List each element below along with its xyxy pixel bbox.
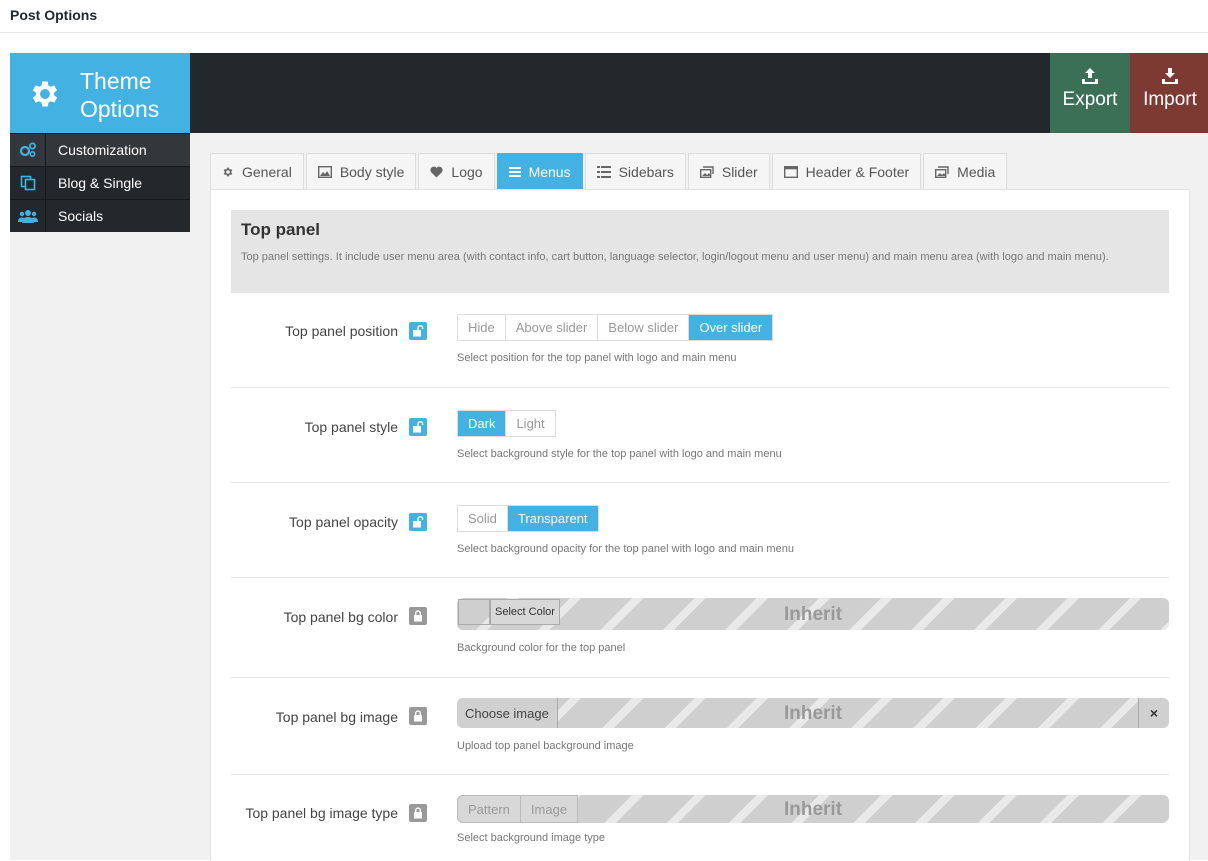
field-top-panel-bg-image-type: Top panel bg image type Pattern Image In… (231, 775, 1169, 861)
style-segmented: Dark Light (457, 410, 556, 437)
clear-label: × (1149, 705, 1159, 721)
tab-slider[interactable]: Slider (687, 153, 770, 189)
cog-icon (223, 167, 233, 176)
field-top-panel-opacity: Top panel opacity Solid Transparent Sele… (231, 483, 1169, 578)
brand: Theme Options (10, 53, 190, 133)
media-icon (935, 165, 949, 178)
tab-panel-menus: Top panel Top panel settings. It include… (210, 189, 1190, 860)
tab-label: Menus (528, 163, 571, 180)
tab-sidebars[interactable]: Sidebars (584, 153, 686, 189)
import-button[interactable]: Import (1130, 53, 1208, 133)
sidebar-item-label: Socials (58, 208, 104, 224)
inherit-label: Inherit (783, 799, 843, 820)
options-tabs: General Body style Logo Menus Sidebars S… (210, 153, 1190, 189)
inherit-label: Inherit (783, 703, 843, 724)
option-transparent[interactable]: Transparent (507, 506, 598, 531)
tab-label: Logo (451, 163, 483, 180)
field-top-panel-bg-color: Top panel bg color Select Color Inherit … (231, 578, 1169, 678)
unlock-icon[interactable] (409, 322, 427, 340)
sidebar-item-label: Blog & Single (58, 175, 143, 191)
field-description: Background color for the top panel (457, 642, 626, 654)
clear-icon[interactable]: × (1138, 698, 1169, 728)
field-top-panel-position: Top panel position Hide Above slider Bel… (231, 293, 1169, 388)
tab-label: Sidebars (618, 163, 674, 180)
option-hide[interactable]: Hide (458, 315, 506, 340)
image-icon (317, 165, 332, 178)
option-solid[interactable]: Solid (458, 506, 508, 531)
field-description: Select background opacity for the top pa… (457, 543, 794, 555)
section-title: Top panel (241, 220, 321, 239)
option-light[interactable]: Light (506, 411, 555, 436)
opacity-segmented: Solid Transparent (457, 505, 599, 532)
download-icon (1162, 68, 1178, 84)
field-top-panel-style: Top panel style Dark Light Select backgr… (231, 388, 1169, 483)
lock-icon[interactable] (409, 607, 427, 625)
users-icon (10, 200, 46, 232)
field-label: Top panel style (304, 419, 398, 435)
heart-icon (430, 166, 443, 177)
option-below-slider[interactable]: Below slider (598, 315, 690, 340)
cogs-icon (10, 134, 46, 166)
inherit-overlay[interactable]: Select Color Inherit (457, 598, 1169, 630)
field-label: Top panel bg image type (245, 805, 398, 821)
export-button[interactable]: Export (1050, 53, 1130, 133)
inherit-overlay[interactable]: Choose image Inherit × (457, 698, 1169, 728)
option-above-slider[interactable]: Above slider (505, 315, 599, 340)
tab-label: Body style (339, 163, 405, 180)
slides-icon (699, 165, 714, 178)
section-header: Top panel Top panel settings. It include… (231, 210, 1169, 293)
sidebar-item-socials[interactable]: Socials (10, 199, 190, 232)
tab-media[interactable]: Media (923, 153, 1008, 189)
sidebar-item-customization[interactable]: Customization (10, 133, 190, 166)
field-label: Top panel bg image (275, 709, 398, 725)
inherit-overlay[interactable]: Pattern Image Inherit (457, 795, 1169, 823)
tab-header-footer[interactable]: Header & Footer (771, 153, 922, 189)
field-label: Top panel position (285, 323, 398, 339)
inherit-label: Inherit (783, 604, 843, 625)
main-content: General Body style Logo Menus Sidebars S… (210, 153, 1190, 860)
brand-title: Theme Options (80, 67, 159, 123)
field-label: Top panel opacity (289, 514, 398, 530)
position-segmented: Hide Above slider Below slider Over slid… (457, 314, 774, 341)
field-description: Select background image type (457, 832, 605, 844)
field-description: Select background style for the top pane… (457, 448, 782, 460)
tab-label: Header & Footer (805, 163, 910, 180)
option-dark[interactable]: Dark (458, 411, 507, 436)
tab-label: General (242, 163, 292, 180)
unlock-icon[interactable] (409, 418, 427, 436)
post-options-title: Post Options (0, 0, 1208, 33)
options-header: Theme Options Export Import (10, 53, 1208, 133)
brand-title-line2: Options (80, 96, 160, 122)
field-label: Top panel bg color (283, 609, 398, 625)
window-icon (783, 165, 798, 178)
tab-menus[interactable]: Menus (496, 153, 583, 189)
lock-icon[interactable] (409, 707, 427, 725)
sidebar-item-blog-single[interactable]: Blog & Single (10, 166, 190, 199)
option-over-slider[interactable]: Over slider (689, 315, 773, 340)
sidebar-item-label: Customization (58, 142, 147, 158)
field-description: Select position for the top panel with l… (457, 352, 737, 364)
section-description: Top panel settings. It include user menu… (241, 251, 1109, 263)
tab-logo[interactable]: Logo (418, 153, 495, 189)
unlock-icon[interactable] (409, 513, 427, 531)
field-description: Upload top panel background image (457, 740, 634, 752)
import-label: Import (1143, 89, 1197, 110)
tab-label: Slider (721, 163, 758, 180)
brand-title-line1: Theme (80, 68, 152, 94)
theme-options-panel: Theme Options Export Import Customizatio… (10, 53, 1208, 860)
lock-icon[interactable] (409, 804, 427, 822)
copy-icon (10, 167, 46, 199)
field-top-panel-bg-image: Top panel bg image Choose image Inherit … (231, 678, 1169, 775)
tab-general[interactable]: General (210, 153, 304, 189)
tab-label: Media (957, 163, 996, 180)
upload-icon (1082, 68, 1098, 84)
tab-body-style[interactable]: Body style (305, 153, 417, 189)
export-label: Export (1062, 89, 1118, 110)
gear-icon (32, 81, 58, 107)
list-icon (596, 165, 611, 178)
sidebar: Customization Blog & Single Socials (10, 133, 190, 232)
menu-icon (508, 166, 521, 177)
